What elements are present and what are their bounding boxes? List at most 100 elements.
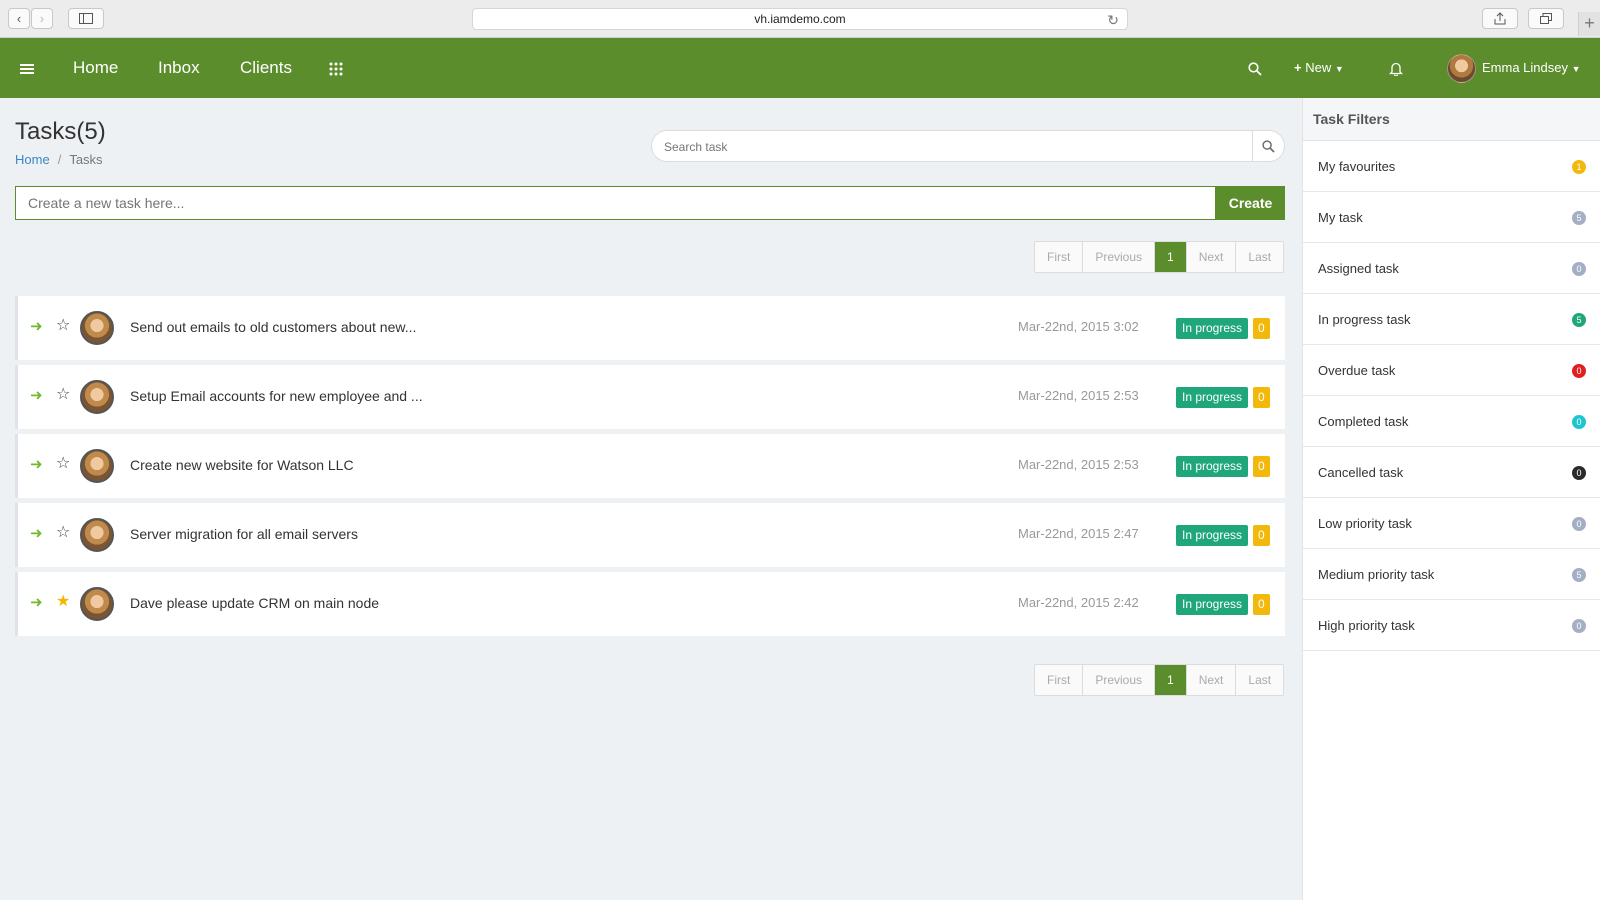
sidebar-toggle-icon[interactable] bbox=[68, 8, 104, 29]
filter-item[interactable]: My favourites 1 bbox=[1303, 141, 1600, 192]
comment-count-badge: 0 bbox=[1253, 318, 1270, 339]
filter-label: In progress task bbox=[1318, 312, 1411, 327]
star-icon[interactable]: ☆ bbox=[56, 522, 70, 542]
pager-first[interactable]: First bbox=[1035, 665, 1084, 695]
filter-item[interactable]: Medium priority task 5 bbox=[1303, 549, 1600, 600]
filter-count-badge: 0 bbox=[1572, 466, 1586, 480]
task-search-input[interactable] bbox=[664, 137, 1224, 157]
pager-last[interactable]: Last bbox=[1236, 242, 1283, 272]
apps-grid-icon[interactable] bbox=[329, 38, 343, 98]
arrow-right-icon[interactable]: ➜ bbox=[30, 593, 43, 611]
task-row[interactable]: ➜ ☆ Setup Email accounts for new employee … bbox=[15, 365, 1285, 429]
new-menu-button[interactable]: + New ▼ bbox=[1294, 38, 1344, 98]
nav-home[interactable]: Home bbox=[73, 38, 118, 98]
forward-icon[interactable]: › bbox=[31, 8, 53, 29]
comment-count-badge: 0 bbox=[1253, 525, 1270, 546]
filter-label: Completed task bbox=[1318, 414, 1409, 429]
task-row[interactable]: ➜ ★ Dave please update CRM on main node Mar… bbox=[15, 572, 1285, 636]
create-task-form: Create bbox=[15, 186, 1285, 220]
task-title[interactable]: Dave please update CRM on main node bbox=[130, 595, 379, 611]
task-search bbox=[651, 130, 1285, 162]
task-filters-heading: Task Filters bbox=[1303, 98, 1600, 141]
filter-label: My favourites bbox=[1318, 159, 1396, 174]
pager-last[interactable]: Last bbox=[1236, 665, 1283, 695]
new-tab-icon[interactable]: + bbox=[1578, 12, 1600, 36]
filter-item[interactable]: Completed task 0 bbox=[1303, 396, 1600, 447]
pager-next[interactable]: Next bbox=[1187, 242, 1237, 272]
top-navbar: Home Inbox Clients + New ▼ Emma Lindsey … bbox=[0, 38, 1600, 98]
url-text: vh.iamdemo.com bbox=[754, 12, 846, 26]
user-avatar[interactable] bbox=[1447, 54, 1476, 83]
arrow-right-icon[interactable]: ➜ bbox=[30, 386, 43, 404]
task-filter-list: My favourites 1 My task 5 Assigned task 0 In p… bbox=[1303, 141, 1600, 651]
breadcrumb-separator: / bbox=[57, 152, 62, 167]
share-icon[interactable] bbox=[1482, 8, 1518, 29]
search-icon[interactable] bbox=[1248, 38, 1262, 98]
assignee-avatar bbox=[80, 449, 114, 483]
task-date: Mar-22nd, 2015 2:42 bbox=[1018, 595, 1139, 610]
task-search-button[interactable] bbox=[1252, 131, 1284, 161]
filter-item[interactable]: Overdue task 0 bbox=[1303, 345, 1600, 396]
filter-item[interactable]: In progress task 5 bbox=[1303, 294, 1600, 345]
filter-label: Assigned task bbox=[1318, 261, 1399, 276]
caret-down-icon: ▼ bbox=[1334, 64, 1344, 74]
star-icon[interactable]: ☆ bbox=[56, 453, 70, 473]
tabs-icon[interactable] bbox=[1528, 8, 1564, 29]
status-badge: In progress bbox=[1176, 387, 1249, 408]
filter-item[interactable]: My task 5 bbox=[1303, 192, 1600, 243]
breadcrumb: Home / Tasks bbox=[15, 152, 103, 167]
pager-current-page[interactable]: 1 bbox=[1155, 665, 1187, 695]
filter-label: Cancelled task bbox=[1318, 465, 1404, 480]
nav-inbox[interactable]: Inbox bbox=[158, 38, 200, 98]
pager-previous[interactable]: Previous bbox=[1083, 242, 1156, 272]
status-badge: In progress bbox=[1176, 456, 1249, 477]
reload-icon[interactable]: ↻ bbox=[1107, 10, 1119, 30]
filter-item[interactable]: High priority task 0 bbox=[1303, 600, 1600, 651]
pager-next[interactable]: Next bbox=[1187, 665, 1237, 695]
pager-current-page[interactable]: 1 bbox=[1155, 242, 1187, 272]
back-icon[interactable]: ‹ bbox=[8, 8, 30, 29]
task-row[interactable]: ➜ ☆ Send out emails to old customers about… bbox=[15, 296, 1285, 360]
pager-first[interactable]: First bbox=[1035, 242, 1084, 272]
hamburger-menu-icon[interactable] bbox=[20, 38, 34, 98]
filter-item[interactable]: Assigned task 0 bbox=[1303, 243, 1600, 294]
breadcrumb-home-link[interactable]: Home bbox=[15, 152, 50, 167]
filter-item[interactable]: Low priority task 0 bbox=[1303, 498, 1600, 549]
filter-label: Overdue task bbox=[1318, 363, 1396, 378]
assignee-avatar bbox=[80, 311, 114, 345]
arrow-right-icon[interactable]: ➜ bbox=[30, 524, 43, 542]
filter-item[interactable]: Cancelled task 0 bbox=[1303, 447, 1600, 498]
assignee-avatar bbox=[80, 380, 114, 414]
user-name: Emma Lindsey bbox=[1482, 60, 1568, 75]
filter-count-badge: 1 bbox=[1572, 160, 1586, 174]
pager-previous[interactable]: Previous bbox=[1083, 665, 1156, 695]
comment-count-badge: 0 bbox=[1253, 456, 1270, 477]
status-badge: In progress bbox=[1176, 318, 1249, 339]
arrow-right-icon[interactable]: ➜ bbox=[30, 455, 43, 473]
nav-clients[interactable]: Clients bbox=[240, 38, 292, 98]
assignee-avatar bbox=[80, 518, 114, 552]
browser-chrome: ‹ › vh.iamdemo.com ↻ + bbox=[0, 0, 1600, 38]
create-task-input[interactable] bbox=[15, 186, 1216, 220]
user-menu[interactable]: Emma Lindsey ▼ bbox=[1482, 38, 1581, 98]
arrow-right-icon[interactable]: ➜ bbox=[30, 317, 43, 335]
bell-icon[interactable] bbox=[1388, 38, 1404, 98]
url-bar[interactable]: vh.iamdemo.com ↻ bbox=[472, 8, 1128, 30]
task-title[interactable]: Setup Email accounts for new employee an… bbox=[130, 388, 423, 404]
star-icon[interactable]: ★ bbox=[56, 591, 70, 611]
filter-count-badge: 0 bbox=[1572, 619, 1586, 633]
task-title[interactable]: Server migration for all email servers bbox=[130, 526, 358, 542]
task-title[interactable]: Create new website for Watson LLC bbox=[130, 457, 354, 473]
filter-count-badge: 5 bbox=[1572, 211, 1586, 225]
task-title[interactable]: Send out emails to old customers about n… bbox=[130, 319, 416, 335]
task-date: Mar-22nd, 2015 2:47 bbox=[1018, 526, 1139, 541]
task-row[interactable]: ➜ ☆ Server migration for all email servers… bbox=[15, 503, 1285, 567]
filter-count-badge: 5 bbox=[1572, 568, 1586, 582]
star-icon[interactable]: ☆ bbox=[56, 384, 70, 404]
task-date: Mar-22nd, 2015 3:02 bbox=[1018, 319, 1139, 334]
star-icon[interactable]: ☆ bbox=[56, 315, 70, 335]
task-row[interactable]: ➜ ☆ Create new website for Watson LLC Mar-2… bbox=[15, 434, 1285, 498]
create-task-button[interactable]: Create bbox=[1216, 186, 1285, 220]
new-menu-label: New bbox=[1305, 60, 1332, 75]
task-date: Mar-22nd, 2015 2:53 bbox=[1018, 457, 1139, 472]
